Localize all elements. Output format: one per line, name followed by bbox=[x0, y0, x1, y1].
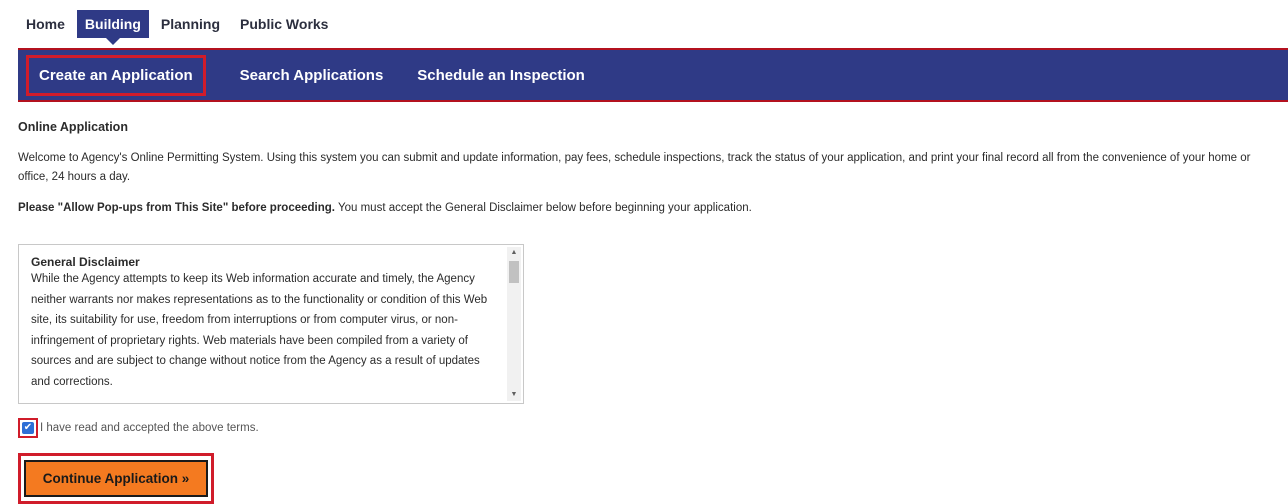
continue-highlight: Continue Application » bbox=[18, 453, 214, 504]
scroll-thumb[interactable] bbox=[509, 261, 519, 283]
tab-planning[interactable]: Planning bbox=[153, 10, 228, 38]
tab-home[interactable]: Home bbox=[18, 10, 73, 38]
scroll-down-icon[interactable]: ▼ bbox=[507, 389, 521, 401]
page-title: Online Application bbox=[18, 120, 128, 134]
tab-public-works[interactable]: Public Works bbox=[232, 10, 336, 38]
tab-building[interactable]: Building bbox=[76, 10, 149, 38]
building-sub-nav: Create an Application Search Application… bbox=[18, 48, 1288, 102]
scroll-up-icon[interactable]: ▲ bbox=[507, 247, 521, 259]
intro-text: Welcome to Agency's Online Permitting Sy… bbox=[18, 152, 1251, 183]
disclaimer-text: While the Agency attempts to keep its We… bbox=[31, 273, 488, 388]
module-tabs: Home Building Planning Public Works bbox=[18, 8, 340, 40]
create-application-link[interactable]: Create an Application bbox=[26, 54, 206, 96]
accept-terms-row: ✔ I have read and accepted the above ter… bbox=[18, 418, 259, 438]
checkmark-icon: ✔ bbox=[23, 422, 33, 433]
main-content: Online Application Welcome to Agency's O… bbox=[18, 118, 1280, 504]
disclaimer-box[interactable]: General Disclaimer While the Agency atte… bbox=[18, 244, 524, 404]
schedule-inspection-link[interactable]: Schedule an Inspection bbox=[417, 67, 585, 84]
continue-application-button[interactable]: Continue Application » bbox=[24, 460, 208, 497]
accept-terms-checkbox[interactable]: ✔ bbox=[22, 422, 34, 434]
popup-note-bold: Please "Allow Pop-ups from This Site" be… bbox=[18, 202, 335, 214]
popup-note: Please "Allow Pop-ups from This Site" be… bbox=[18, 199, 1280, 218]
disclaimer-title: General Disclaimer bbox=[31, 255, 140, 269]
checkbox-highlight: ✔ bbox=[18, 418, 38, 438]
popup-note-rest: You must accept the General Disclaimer b… bbox=[335, 202, 752, 214]
accept-terms-label[interactable]: I have read and accepted the above terms… bbox=[40, 419, 259, 438]
disclaimer-scrollbar[interactable]: ▲ ▼ bbox=[507, 247, 521, 401]
search-applications-link[interactable]: Search Applications bbox=[240, 67, 384, 84]
